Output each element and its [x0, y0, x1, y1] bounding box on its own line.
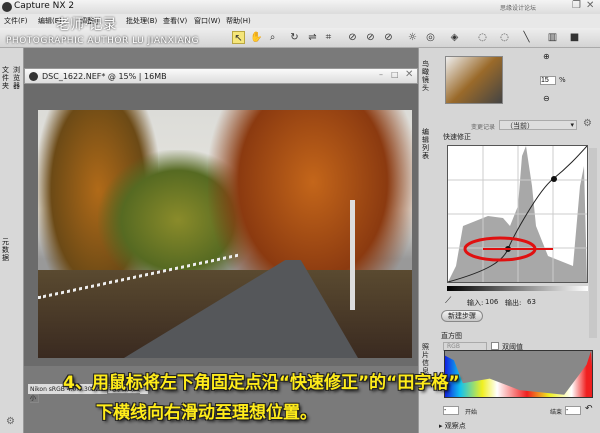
straighten-icon[interactable]: ⇌	[306, 31, 319, 44]
auto-retouch-icon[interactable]: ◎	[424, 31, 437, 44]
selection-icon[interactable]: ■	[568, 31, 581, 44]
bandage-icon[interactable]: ◈	[448, 31, 461, 44]
zoom-out-icon[interactable]: ⊖	[543, 94, 550, 103]
left-panel-strip: 文件夹 浏览器 元数据 ⚙	[0, 48, 24, 433]
hand-icon[interactable]: ✋	[250, 31, 263, 44]
tab-browser[interactable]: 浏览器	[13, 66, 22, 90]
close-icon[interactable]: ✕	[586, 0, 594, 11]
maximize-icon[interactable]: □	[391, 70, 399, 79]
app-title: Capture NX 2	[14, 1, 74, 11]
restore-icon[interactable]: ❐	[572, 0, 581, 11]
step-title: 快速修正	[443, 132, 471, 142]
watch-points-toggle[interactable]: ▸ 观察点	[439, 421, 466, 431]
watermark-cn: 老师·记录	[56, 14, 116, 34]
scrollbar[interactable]	[589, 148, 597, 338]
gradient-icon[interactable]: ╲	[520, 31, 533, 44]
gear-icon[interactable]: ⚙	[6, 416, 15, 427]
menu-batch[interactable]: 批处理(B)	[126, 16, 157, 26]
zoom-icon[interactable]: ⌕	[266, 31, 279, 44]
curve-tool-icon[interactable]: ⟋	[445, 296, 451, 306]
post	[350, 200, 355, 310]
version-select[interactable]: （当前） ▾	[499, 120, 577, 130]
menu-help[interactable]: 帮助(H)	[226, 16, 251, 26]
tab-folders[interactable]: 文件夹	[2, 66, 11, 90]
caption-line-2: 下横线向右滑动至理想位置。	[96, 398, 317, 423]
tone-gradient-bar	[447, 286, 588, 291]
dual-threshold-checkbox[interactable]	[491, 342, 499, 350]
histogram	[444, 350, 593, 398]
photo-canvas[interactable]	[38, 110, 412, 358]
end-label: 结束	[550, 407, 562, 416]
menu-window[interactable]: 窗口(W)	[194, 16, 220, 26]
select-arrow-icon[interactable]: ↖	[232, 31, 245, 44]
close-doc-icon[interactable]: ✕	[405, 69, 413, 80]
red-eye-icon[interactable]: ☼	[406, 31, 419, 44]
curve-graph[interactable]	[447, 145, 588, 283]
new-step-button[interactable]: 新建步骤	[441, 310, 483, 322]
start-label: 开始	[465, 407, 477, 416]
channel-value: RGB	[447, 343, 460, 350]
zoom-input[interactable]	[540, 76, 556, 85]
app-logo-icon	[2, 2, 12, 12]
black-point-icon[interactable]: ⊘	[346, 31, 359, 44]
end-input[interactable]	[565, 406, 581, 415]
caption-line-1: 4、用鼠标将左下角固定点沿“快速修正”的“田字格”	[63, 368, 460, 393]
title-bar: Capture NX 2 思缘设计论坛 ❐ ✕	[0, 0, 600, 14]
neutral-point-icon[interactable]: ⊘	[364, 31, 377, 44]
minimize-icon[interactable]: –	[379, 70, 383, 79]
tab-birdseye[interactable]: 鸟瞰镜头	[422, 60, 431, 92]
histogram-fill	[445, 351, 593, 397]
curve-point-upper[interactable]	[551, 176, 557, 182]
version-label: 变更记录	[471, 122, 495, 131]
fill-icon[interactable]: ▥	[546, 31, 559, 44]
version-value: （当前）	[506, 122, 534, 130]
reset-icon[interactable]: ↶	[585, 404, 593, 414]
input-label: 输入:	[467, 298, 483, 308]
tab-metadata[interactable]: 元数据	[2, 238, 11, 262]
zoom-in-icon[interactable]: ⊕	[543, 52, 550, 61]
document-title: DSC_1622.NEF* @ 15% | 16MB	[42, 72, 167, 81]
menu-file[interactable]: 文件(F)	[4, 16, 28, 26]
histogram-title: 直方图	[441, 331, 462, 341]
output-value: 63	[527, 298, 536, 306]
input-value: 106	[485, 298, 498, 306]
rotate-icon[interactable]: ↻	[288, 31, 301, 44]
chevron-down-icon: ▾	[570, 121, 574, 129]
output-label: 输出:	[505, 298, 521, 308]
tab-edit-list[interactable]: 编辑列表	[422, 128, 431, 160]
doc-logo-icon	[29, 72, 38, 81]
site-label: 思缘设计论坛	[500, 3, 536, 12]
curve-svg[interactable]	[448, 146, 587, 282]
birdseye-thumbnail[interactable]	[445, 56, 503, 104]
start-input[interactable]	[443, 406, 459, 415]
menu-view[interactable]: 查看(V)	[163, 16, 187, 26]
brush-icon[interactable]: ◌	[498, 31, 511, 44]
settings-icon[interactable]: ⚙	[583, 118, 592, 129]
white-point-icon[interactable]: ⊘	[382, 31, 395, 44]
watermark-en: PHOTOGRAPHIC AUTHOR LU JIANXIANG	[6, 36, 199, 46]
zoom-unit: %	[559, 76, 566, 84]
crop-icon[interactable]: ⌗	[322, 31, 335, 44]
document-titlebar: DSC_1622.NEF* @ 15% | 16MB – □ ✕	[24, 68, 418, 84]
lasso-icon[interactable]: ◌	[476, 31, 489, 44]
watch-points-label: 观察点	[445, 422, 466, 430]
